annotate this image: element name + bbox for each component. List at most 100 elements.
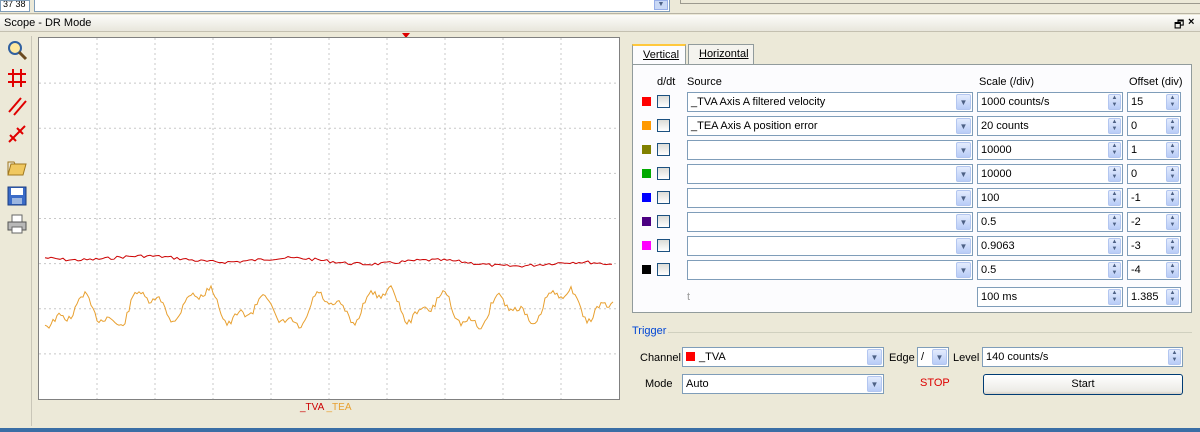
spin-arrows-icon[interactable]: ▲ ▼ [1108,94,1121,110]
trigger-mode-select[interactable]: Auto ▼ [682,374,884,394]
offset-spinbox[interactable]: 15 ▲ ▼ [1127,92,1181,112]
channel-color-swatch [642,193,651,202]
spin-arrows-icon[interactable]: ▲ ▼ [1166,166,1179,182]
chevron-down-icon[interactable]: ▼ [932,349,947,365]
print-icon[interactable] [5,212,29,236]
offset-spinbox[interactable]: -4 ▲ ▼ [1127,260,1181,280]
chevron-down-icon[interactable]: ▼ [867,349,882,365]
spin-arrows-icon[interactable]: ▲ ▼ [1166,190,1179,206]
close-icon[interactable]: × [1188,16,1194,28]
scale-spinbox[interactable]: 10000 ▲ ▼ [977,164,1123,184]
open-folder-icon[interactable] [5,156,29,180]
scope-plot [39,38,619,399]
source-select[interactable]: ▼ [687,212,973,232]
trace-tva [44,254,613,268]
spin-arrows-icon[interactable]: ▲ ▼ [1166,118,1179,134]
cursor-lines-icon[interactable] [5,94,29,118]
scale-spinbox[interactable]: 0.5 ▲ ▼ [977,212,1123,232]
scope-display[interactable] [38,37,620,400]
level-label: Level [953,352,980,364]
grid-icon[interactable] [5,66,29,90]
spin-arrows-icon[interactable]: ▲ ▼ [1108,289,1121,305]
source-select[interactable]: ▼ [687,164,973,184]
source-select[interactable]: _TVA Axis A filtered velocity ▼ [687,92,973,112]
offset-spinbox[interactable]: 1 ▲ ▼ [1127,140,1181,160]
chevron-down-icon[interactable]: ▼ [956,262,971,278]
trigger-edge-select[interactable]: / ▼ [917,347,949,367]
scale-spinbox[interactable]: 10000 ▲ ▼ [977,140,1123,160]
ddt-checkbox[interactable] [657,143,670,156]
source-select[interactable]: _TEA Axis A position error ▼ [687,116,973,136]
spin-arrows-icon[interactable]: ▲ ▼ [1108,142,1121,158]
channel-row: _TEA Axis A position error ▼ 20 counts ▲ ▼ 0 ▲… [633,116,1193,136]
window-title: Scope - DR Mode [4,17,92,29]
trigger-level-spinbox[interactable]: 140 counts/s ▲ ▼ [982,347,1183,367]
tab-vertical[interactable]: Vertical [632,44,686,65]
chevron-down-icon[interactable]: ▼ [956,166,971,182]
offset-spinbox[interactable]: -2 ▲ ▼ [1127,212,1181,232]
chevron-down-icon[interactable]: ▼ [956,238,971,254]
scale-spinbox[interactable]: 1000 counts/s ▲ ▼ [977,92,1123,112]
scale-spinbox[interactable]: 100 ▲ ▼ [977,188,1123,208]
source-select[interactable]: ▼ [687,140,973,160]
chevron-down-icon[interactable]: ▼ [956,142,971,158]
ddt-checkbox[interactable] [657,239,670,252]
ddt-checkbox[interactable] [657,191,670,204]
measure-icon[interactable] [5,122,29,146]
channel-color-swatch [642,121,651,130]
chevron-down-icon[interactable]: ▼ [956,94,971,110]
top-strip: 37 38 ▼ [0,0,1200,14]
spin-arrows-icon[interactable]: ▲ ▼ [1166,262,1179,278]
spin-arrows-icon[interactable]: ▲ ▼ [1108,118,1121,134]
time-scale-spinbox[interactable]: 100 ms ▲ ▼ [977,287,1123,307]
source-select[interactable]: ▼ [687,260,973,280]
channel-label: Channel [640,352,681,364]
ddt-checkbox[interactable] [657,119,670,132]
top-combo[interactable]: ▼ [34,0,670,12]
spin-arrows-icon[interactable]: ▲ ▼ [1166,142,1179,158]
scale-spinbox[interactable]: 20 counts ▲ ▼ [977,116,1123,136]
spin-arrows-icon[interactable]: ▲ ▼ [1108,262,1121,278]
offset-spinbox[interactable]: 0 ▲ ▼ [1127,116,1181,136]
source-select[interactable]: ▼ [687,236,973,256]
zoom-icon[interactable] [5,38,29,62]
ddt-checkbox[interactable] [657,263,670,276]
offset-spinbox[interactable]: 0 ▲ ▼ [1127,164,1181,184]
scope-toolbar [2,36,32,426]
chevron-down-icon[interactable]: ▼ [956,118,971,134]
offset-spinbox[interactable]: -3 ▲ ▼ [1127,236,1181,256]
spin-arrows-icon[interactable]: ▲ ▼ [1166,289,1179,305]
channel-color-swatch [642,145,651,154]
spin-arrows-icon[interactable]: ▲ ▼ [1168,349,1181,365]
spin-arrows-icon[interactable]: ▲ ▼ [1166,94,1179,110]
chevron-down-icon[interactable]: ▼ [867,376,882,392]
spin-arrows-icon[interactable]: ▲ ▼ [1166,238,1179,254]
save-icon[interactable] [5,184,29,208]
restore-icon[interactable]: 🗗 [1174,16,1184,35]
taskbar-edge [0,428,1200,432]
chevron-down-icon[interactable]: ▼ [956,214,971,230]
spin-arrows-icon[interactable]: ▲ ▼ [1108,238,1121,254]
spin-arrows-icon[interactable]: ▲ ▼ [1108,190,1121,206]
trigger-channel-select[interactable]: _TVA ▼ [682,347,884,367]
offset-spinbox[interactable]: -1 ▲ ▼ [1127,188,1181,208]
chevron-down-icon[interactable]: ▼ [654,0,668,10]
time-offset-spinbox[interactable]: 1.385 ▲ ▼ [1127,287,1181,307]
spin-arrows-icon[interactable]: ▲ ▼ [1108,214,1121,230]
chevron-down-icon[interactable]: ▼ [956,190,971,206]
tab-horizontal[interactable]: Horizontal [688,44,754,64]
ddt-checkbox[interactable] [657,215,670,228]
channel-color-swatch [642,265,651,274]
trigger-title: Trigger [632,325,667,337]
ddt-checkbox[interactable] [657,167,670,180]
ddt-checkbox[interactable] [657,95,670,108]
run-status: STOP [920,377,950,389]
scale-spinbox[interactable]: 0.5 ▲ ▼ [977,260,1123,280]
channel-row: ▼ 100 ▲ ▼ -1 ▲ ▼ [633,188,1193,208]
spin-arrows-icon[interactable]: ▲ ▼ [1166,214,1179,230]
start-button[interactable]: Start [983,374,1183,395]
source-select[interactable]: ▼ [687,188,973,208]
spin-arrows-icon[interactable]: ▲ ▼ [1108,166,1121,182]
channel-row: ▼ 0.9063 ▲ ▼ -3 ▲ ▼ [633,236,1193,256]
scale-spinbox[interactable]: 0.9063 ▲ ▼ [977,236,1123,256]
